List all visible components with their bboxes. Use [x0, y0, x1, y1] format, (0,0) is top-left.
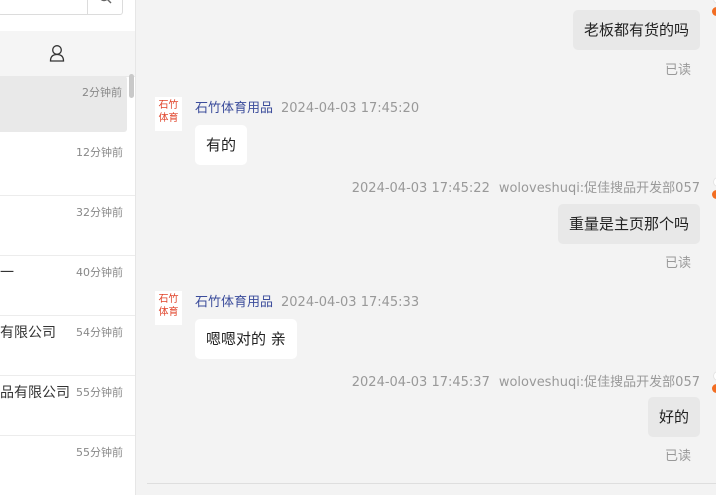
- avatar-text: 石竹: [158, 294, 179, 305]
- avatar-text: 体育: [158, 307, 179, 318]
- conversation-time: 40分钟前: [76, 266, 123, 279]
- conversation-time: 12分钟前: [76, 146, 123, 159]
- conversation-item[interactable]: 2分钟前: [0, 76, 127, 132]
- conversation-name: 一: [0, 265, 14, 281]
- shop-avatar: 石竹 体育: [155, 291, 182, 325]
- conversation-name: 品有限公司: [0, 385, 70, 401]
- conversation-name: 有限公司: [0, 325, 56, 341]
- message-bubble-outgoing: 好的: [647, 397, 700, 437]
- message-time: 2024-04-03 17:45:37: [351, 375, 490, 390]
- message-meta: 2024-04-03 17:45:22 woloveshuqi:促佳搜品开发部05…: [352, 177, 700, 196]
- conversation-item[interactable]: 32分钟前: [0, 196, 135, 256]
- message-bubble-incoming: 有的: [195, 125, 248, 165]
- message-bubble-outgoing: 老板都有货的吗: [572, 10, 700, 50]
- message-time: 2024-04-03 17:45:33: [281, 295, 420, 310]
- status-dot: [712, 7, 716, 16]
- conversation-time: 54分钟前: [76, 326, 123, 339]
- message-bubble-outgoing: 重量是主页那个吗: [557, 204, 700, 244]
- read-status: 已读: [664, 63, 691, 78]
- conversation-time: 55分钟前: [76, 446, 123, 459]
- read-status: 已读: [664, 256, 691, 271]
- sender-name: woloveshuqi:促佳搜品开发部057: [498, 181, 700, 196]
- conversation-time: 32分钟前: [76, 206, 123, 219]
- conversation-panel: 2分钟前 12分钟前 32分钟前 一 40分钟前 有限公司 54分钟前 品有限公…: [0, 0, 136, 495]
- sender-name[interactable]: 石竹体育用品: [195, 295, 273, 310]
- message-time: 2024-04-03 17:45:22: [351, 181, 490, 196]
- avatar-text: 石竹: [158, 100, 179, 111]
- conversation-scrollbar[interactable]: [129, 74, 134, 98]
- sender-name: woloveshuqi:促佳搜品开发部057: [498, 375, 700, 390]
- conversation-item[interactable]: 有限公司 54分钟前: [0, 316, 135, 376]
- conversation-item[interactable]: 12分钟前: [0, 136, 135, 196]
- conversation-item[interactable]: 一 40分钟前: [0, 256, 135, 316]
- shop-avatar: 石竹 体育: [155, 97, 182, 131]
- avatar-text: 体育: [158, 113, 179, 124]
- search-input[interactable]: [0, 0, 123, 15]
- message-meta: 2024-04-03 17:45:37 woloveshuqi:促佳搜品开发部05…: [352, 371, 700, 390]
- conversation-time: 2分钟前: [82, 86, 122, 99]
- conversation-list: 2分钟前 12分钟前 32分钟前 一 40分钟前 有限公司 54分钟前 品有限公…: [0, 76, 135, 495]
- input-divider: [147, 483, 716, 484]
- message-meta: 石竹体育用品 2024-04-03 17:45:20: [195, 97, 419, 116]
- sender-name[interactable]: 石竹体育用品: [195, 101, 273, 116]
- chat-area: 老板都有货的吗 已读 石竹 体育 石竹体育用品 2024-04-03 17:45:…: [135, 0, 716, 495]
- self-avatar: [709, 177, 716, 203]
- sidebar-tabbar: [0, 31, 135, 77]
- message-meta: 石竹体育用品 2024-04-03 17:45:33: [195, 291, 419, 310]
- self-avatar: [709, 0, 716, 20]
- status-dot: [712, 384, 716, 393]
- search-icon: [100, 0, 112, 4]
- message-bubble-incoming: 嗯嗯对的 亲: [195, 319, 297, 359]
- conversation-time: 55分钟前: [76, 386, 123, 399]
- self-avatar: [709, 371, 716, 397]
- conversation-item[interactable]: 55分钟前: [0, 436, 135, 495]
- conversation-item[interactable]: 品有限公司 55分钟前: [0, 376, 135, 436]
- search-button[interactable]: [87, 0, 122, 14]
- message-time: 2024-04-03 17:45:20: [281, 101, 420, 116]
- status-dot: [712, 190, 716, 199]
- contact-icon[interactable]: [49, 44, 65, 62]
- read-status: 已读: [664, 449, 691, 464]
